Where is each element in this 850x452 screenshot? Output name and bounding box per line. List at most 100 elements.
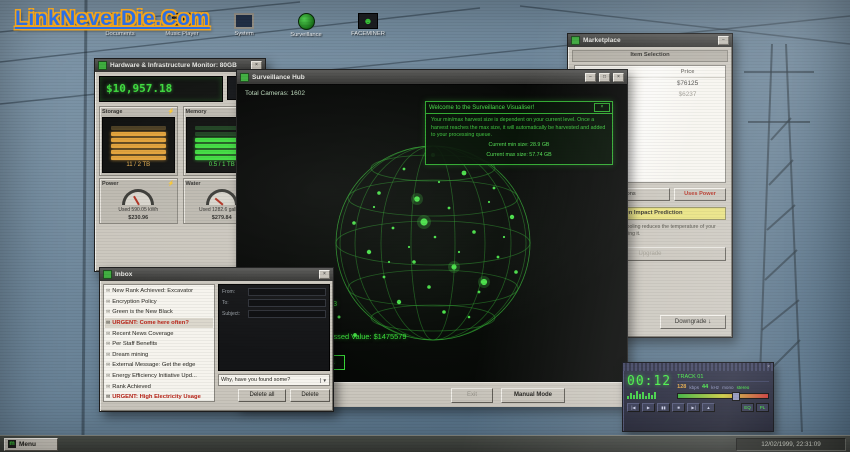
mail-item[interactable]: ✉Energy Efficiency Initiative Upd... — [105, 371, 213, 382]
reply-dropdown[interactable]: Why, have you found some? ▼ — [218, 374, 330, 386]
icon-label: System — [234, 31, 253, 37]
minimize-icon[interactable]: − — [585, 73, 596, 82]
surveillance-hub-titlebar[interactable]: Surveillance Hub − □ × — [237, 70, 627, 84]
media-player-window: × 00:12 TRACK 01 128 kbps 44 kHz mono st… — [622, 362, 774, 432]
mail-item[interactable]: ✉Rank Achieved — [105, 381, 213, 392]
icon-label: Music Player — [165, 31, 198, 37]
frequency-value: 44 — [702, 384, 708, 390]
eject-button[interactable]: ▲ — [702, 403, 715, 412]
monitor-screen: LinkNeverDie.Com Documents ♪ Music Playe… — [0, 0, 850, 452]
current-max-size: Current max size: 57.74 GB — [431, 152, 607, 160]
item-price: $76125 — [650, 80, 725, 87]
mail-subject: External Message: Get the edge — [112, 362, 195, 368]
memory-label: Memory — [186, 109, 207, 115]
item-price: $6237 — [650, 91, 725, 98]
playlist-toggle[interactable]: PL — [756, 403, 769, 412]
icon-label: Documents — [105, 31, 134, 37]
storage-label: Storage — [102, 109, 122, 115]
envelope-icon: ✉ — [106, 362, 110, 368]
minimize-icon[interactable]: − — [718, 36, 729, 45]
mail-subject: Green is the New Black — [112, 309, 173, 315]
close-icon[interactable]: × — [767, 365, 770, 370]
mail-item[interactable]: ✉Recent News Coverage — [105, 328, 213, 339]
mail-item[interactable]: ✉URGENT: High Electricity Usage — [105, 392, 213, 402]
surveillance-hub-title: Surveillance Hub — [252, 74, 305, 81]
close-icon[interactable]: × — [613, 73, 624, 82]
close-icon[interactable]: × — [319, 270, 330, 279]
pause-button[interactable]: ▮▮ — [657, 403, 670, 412]
water-label: Water — [186, 181, 201, 187]
taskbar-clock[interactable]: 12/02/1999, 22:31:09 — [736, 438, 846, 451]
downgrade-button[interactable]: Downgrade ↓ — [660, 315, 726, 329]
inbox-title: Inbox — [115, 271, 132, 278]
stop-button[interactable]: ■ — [672, 403, 685, 412]
total-cameras-label: Total Cameras: 1602 — [245, 90, 305, 97]
desktop-icon-faceminer[interactable]: ☻ FACEMINER — [344, 13, 392, 38]
envelope-icon: ✉ — [106, 384, 110, 390]
icon-label: FACEMINER — [351, 31, 385, 37]
mail-item[interactable]: ✉Encryption Policy — [105, 297, 213, 308]
mail-item[interactable]: ✉External Message: Get the edge — [105, 360, 213, 371]
watermark: LinkNeverDie.Com — [15, 7, 210, 31]
volume-thumb[interactable] — [732, 392, 740, 401]
manual-mode-button[interactable]: Manual Mode — [501, 388, 565, 403]
marketplace-icon — [571, 36, 580, 45]
menu-button[interactable]: m Menu — [4, 438, 58, 451]
from-label: From: — [222, 289, 246, 295]
visualiser-welcome-dialog: Welcome to the Surveillance Visualiser! … — [425, 101, 613, 165]
previous-track-button[interactable]: |◀ — [627, 403, 640, 412]
bitrate-value: 128 — [677, 384, 686, 390]
computer-icon — [234, 13, 254, 29]
mail-subject: Per Staff Benefits — [112, 341, 157, 347]
mail-list[interactable]: ✉New Rank Achieved: Excavator ✉Encryptio… — [103, 284, 215, 402]
mail-item[interactable]: ✉Dream mining — [105, 350, 213, 361]
icon-label: Surveillance — [290, 32, 322, 38]
down-arrow-icon: ↓ — [708, 318, 711, 325]
exit-button[interactable]: Exit — [451, 388, 493, 403]
spectrum-visualizer — [627, 391, 671, 399]
stereo-indicator: stereo — [737, 385, 750, 390]
close-icon[interactable]: × — [594, 103, 610, 112]
mail-subject: Recent News Coverage — [112, 331, 173, 337]
envelope-icon: ✉ — [106, 331, 110, 337]
power-used: Used 590.05 kWh — [102, 207, 175, 215]
desktop-icon-system[interactable]: System — [220, 13, 268, 38]
delete-button[interactable]: Delete — [290, 389, 330, 402]
mail-item[interactable]: ✉URGENT: Come here often? — [105, 318, 213, 329]
storage-meter: 11 / 2 TB — [102, 117, 175, 173]
face-icon: ☻ — [358, 13, 378, 29]
desktop-icon-surveillance[interactable]: Surveillance — [282, 13, 330, 38]
reply-option: Why, have you found some? — [221, 377, 290, 383]
os-logo-icon: m — [8, 440, 16, 448]
marketplace-titlebar[interactable]: Marketplace − — [568, 34, 732, 47]
mail-item[interactable]: ✉Per Staff Benefits — [105, 339, 213, 350]
delete-all-button[interactable]: Delete all — [238, 389, 286, 402]
inbox-icon — [103, 270, 112, 279]
storage-value: 11 / 2 TB — [111, 162, 166, 168]
media-player-titlebar[interactable]: × — [623, 363, 773, 371]
equalizer-toggle[interactable]: EQ — [741, 403, 754, 412]
uses-power-button[interactable]: Uses Power — [674, 188, 726, 201]
inbox-window: Inbox × ✉New Rank Achieved: Excavator ✉E… — [99, 267, 334, 412]
mail-subject: Encryption Policy — [112, 299, 156, 305]
mail-item[interactable]: ✉Green is the New Black — [105, 307, 213, 318]
marketplace-title: Marketplace — [583, 37, 621, 44]
maximize-icon[interactable]: □ — [599, 73, 610, 82]
power-panel: Power⚡ Used 590.05 kWh $230.96 — [99, 178, 178, 224]
mail-item[interactable]: ✉New Rank Achieved: Excavator — [105, 286, 213, 297]
bitrate-unit: kbps — [689, 385, 699, 390]
envelope-icon: ✉ — [106, 394, 110, 400]
volume-slider[interactable] — [677, 393, 769, 399]
mail-subject: Energy Efficiency Initiative Upd... — [112, 373, 197, 379]
inbox-titlebar[interactable]: Inbox × — [100, 268, 333, 281]
play-button[interactable]: ▶ — [642, 403, 655, 412]
frequency-unit: kHz — [711, 385, 719, 390]
to-field — [248, 299, 326, 307]
surveillance-hub-icon — [240, 73, 249, 82]
next-track-button[interactable]: ▶| — [687, 403, 700, 412]
mail-subject: Rank Achieved — [112, 384, 151, 390]
chevron-down-icon: ▼ — [320, 378, 327, 383]
mail-subject: Dream mining — [112, 352, 148, 358]
envelope-icon: ✉ — [106, 288, 110, 294]
envelope-icon: ✉ — [106, 352, 110, 358]
